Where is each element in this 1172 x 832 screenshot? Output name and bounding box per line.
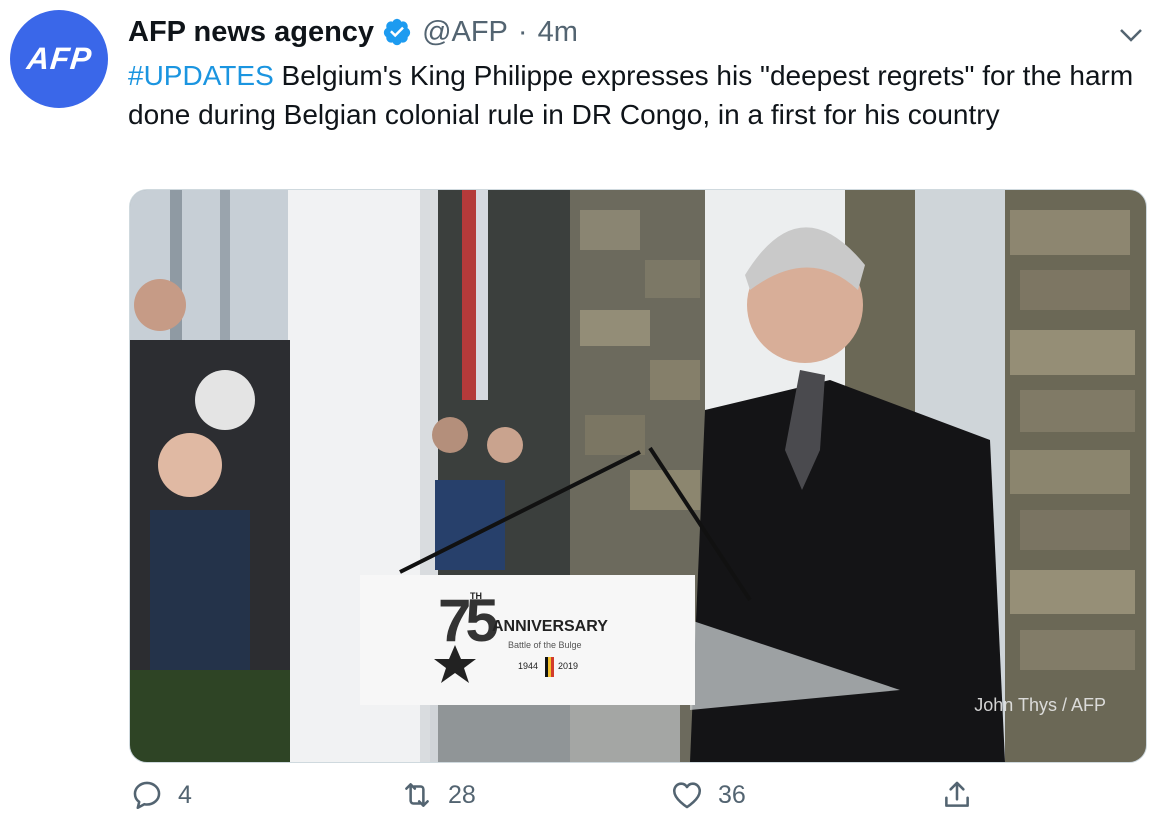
tweet-time[interactable]: 4m [538,16,578,49]
reply-icon [133,781,161,810]
podium-year-start: 1944 [518,661,539,671]
author-name[interactable]: AFP news agency [128,16,374,49]
tweet-photo[interactable]: 75 TH ANNIVERSARY Battle of the Bulge 19… [129,189,1147,763]
retweet-button[interactable]: 28 [400,778,476,812]
verified-badge-icon [383,18,411,46]
reply-button[interactable]: 4 [130,778,192,812]
like-count: 36 [718,780,746,809]
podium-year-end: 2019 [558,661,579,671]
tweet-header: AFP news agency @AFP · 4m [128,12,578,52]
author-handle[interactable]: @AFP [422,16,508,49]
hashtag-link[interactable]: #UPDATES [128,60,274,91]
share-icon [945,781,969,807]
retweet-icon [405,783,429,807]
photo-credit: John Thys / AFP [974,695,1106,715]
podium-superscript: TH [470,591,482,601]
tweet-body: Belgium's King Philippe expresses his "d… [128,60,1134,130]
tweet-text: #UPDATES Belgium's King Philippe express… [128,56,1138,134]
podium-title: ANNIVERSARY [492,618,608,635]
retweet-count: 28 [448,780,476,809]
share-button[interactable] [940,778,974,812]
like-button[interactable]: 36 [670,778,746,812]
tweet-actions: 4 28 36 [0,778,1172,826]
photo-illustration [130,190,1146,762]
chevron-down-icon[interactable] [1116,20,1146,50]
podium-subtitle: Battle of the Bulge [508,640,582,650]
heart-icon [672,782,702,809]
avatar-logo-text: AFP [24,41,94,76]
podium-number: 75 [438,587,499,654]
reply-count: 4 [178,780,192,809]
separator-dot: · [517,15,528,48]
author-avatar[interactable]: AFP [10,10,108,108]
